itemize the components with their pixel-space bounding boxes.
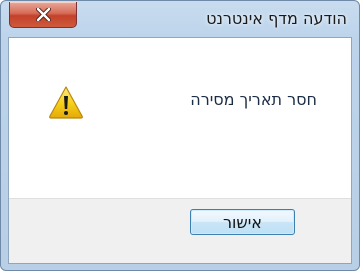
message-text: חסר תאריך מסירה [190,90,317,109]
dialog-window: הודעה מדף אינטרנט חסר תאריך מסירה אישור [0,0,360,271]
window-title: הודעה מדף אינטרנט [206,9,347,28]
title-bar[interactable]: הודעה מדף אינטרנט [1,1,359,37]
ok-button[interactable]: אישור [190,209,295,235]
button-area [9,198,351,263]
close-button[interactable] [9,2,77,28]
warning-icon [49,86,83,119]
close-x-icon [36,8,51,21]
dialog-content [8,37,352,264]
